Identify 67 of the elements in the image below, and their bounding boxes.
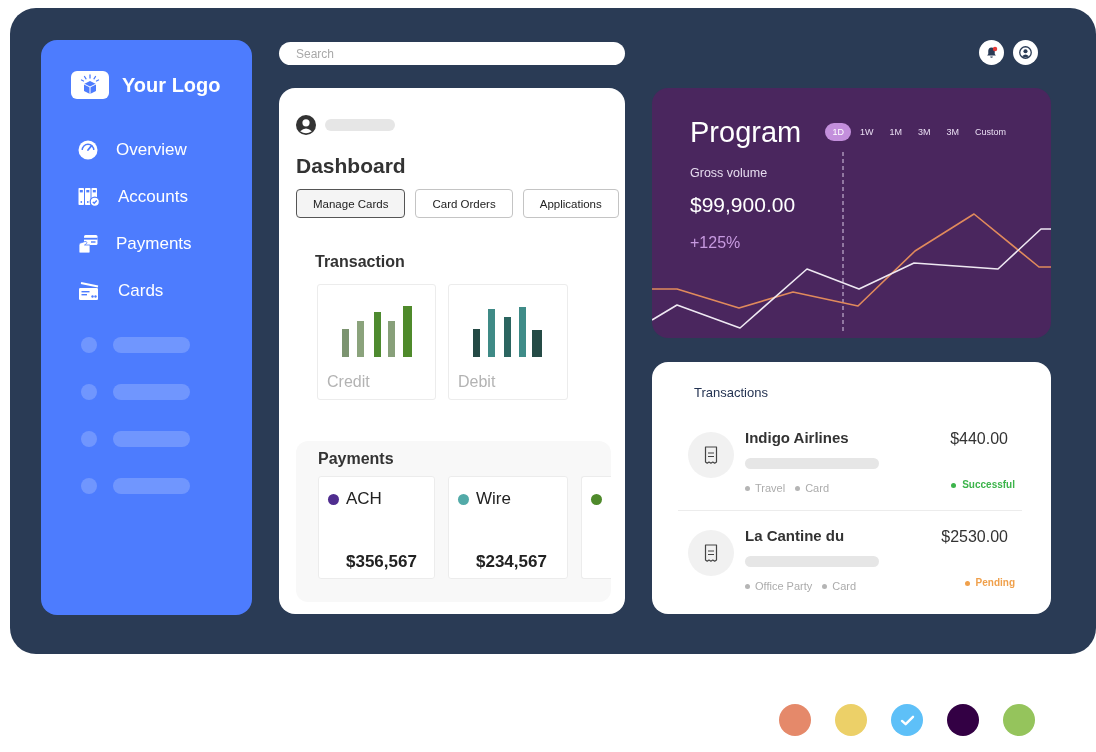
status-label: Successful: [962, 478, 1015, 492]
logo-cube-icon: [71, 71, 109, 99]
tab[interactable]: Manage Cards: [296, 189, 406, 218]
color-swatch[interactable]: [779, 704, 811, 736]
merchant-name: Indigo Airlines: [745, 429, 849, 447]
metric-label: Gross volume: [690, 165, 768, 181]
placeholder-dot-icon: [81, 337, 97, 353]
placeholder-dot-icon: [81, 384, 97, 400]
receipt-icon: [688, 530, 734, 576]
card-reader-icon: [78, 281, 100, 301]
user-avatar-icon: [296, 115, 316, 135]
payment-name: Wire: [476, 489, 511, 509]
merchant-name: La Cantine du: [745, 527, 845, 545]
payment-amount: $234,567: [476, 552, 547, 572]
receipt-icon: [688, 432, 734, 478]
range-tab[interactable]: Custom: [968, 123, 1013, 141]
placeholder-bar: [325, 119, 395, 131]
tile-label: Credit: [327, 372, 370, 392]
binders-check-icon: [78, 187, 100, 207]
bullet-icon: [822, 583, 828, 589]
tab[interactable]: Card Orders: [415, 189, 513, 218]
tag-label: Office Party: [755, 579, 813, 593]
metric-change: +125%: [690, 233, 741, 253]
color-swatch[interactable]: [1003, 704, 1035, 736]
logo-text: Your Logo: [122, 73, 221, 97]
sidebar-item[interactable]: Overview: [71, 138, 187, 162]
notifications-button[interactable]: [979, 40, 1004, 65]
hand-card-icon: [78, 234, 98, 254]
sidebar-item[interactable]: Payments: [71, 232, 192, 256]
placeholder-dot-icon: [81, 478, 97, 494]
search-field[interactable]: Search: [279, 42, 625, 65]
gauge-icon: [78, 140, 98, 160]
placeholder-dot-icon: [81, 431, 97, 447]
bar-chart-illustration: [473, 307, 542, 357]
sidebar-item[interactable]: Cards: [71, 279, 164, 303]
color-swatch[interactable]: [835, 704, 867, 736]
tile-label: Debit: [458, 372, 496, 392]
bullet-icon: [795, 485, 801, 491]
tab[interactable]: Applications: [522, 189, 619, 218]
profile-button[interactable]: [1013, 40, 1038, 65]
sidebar-item[interactable]: Accounts: [71, 185, 188, 209]
bullet-icon: [745, 583, 750, 589]
status-label: Pending: [975, 576, 1015, 590]
tag-label: Travel: [755, 481, 786, 495]
bullet-icon: [745, 485, 750, 491]
section-title: Payments: [318, 449, 395, 469]
color-swatch[interactable]: [947, 704, 979, 736]
range-tab[interactable]: 3M: [939, 123, 966, 141]
amount: $440.00: [950, 429, 1008, 448]
range-tab[interactable]: 1M: [882, 123, 909, 141]
payment-amount: $356,567: [346, 552, 417, 572]
color-swatch[interactable]: [891, 704, 923, 736]
range-tab[interactable]: 1W: [852, 123, 881, 141]
dashboard-title: Dashboard: [296, 153, 407, 179]
tag-label: Card: [805, 481, 829, 495]
program-title: Program: [690, 115, 802, 149]
metric-value: $99,900.00: [690, 192, 796, 218]
payment-name: ACH: [346, 489, 382, 509]
user-icon: [1019, 46, 1032, 59]
tag-label: Card: [832, 579, 857, 593]
card-title: Transactions: [694, 385, 768, 401]
amount: $2530.00: [941, 527, 1008, 546]
check-icon: [899, 714, 915, 726]
bar-chart-illustration: [342, 306, 412, 357]
bell-icon: [985, 46, 998, 59]
section-title: Transaction: [315, 252, 406, 272]
range-tab[interactable]: 3M: [910, 123, 938, 141]
